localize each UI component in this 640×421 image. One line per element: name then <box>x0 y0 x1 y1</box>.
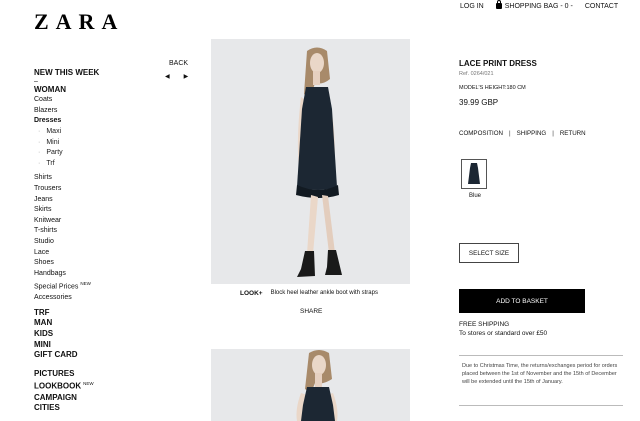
nav-mini-section[interactable]: MINI <box>34 340 154 351</box>
nav-studio[interactable]: Studio <box>34 237 154 248</box>
pager-arrows: ◀ ▶ <box>165 73 188 80</box>
nav-skirts[interactable]: Skirts <box>34 205 154 216</box>
nav-kids[interactable]: KIDS <box>34 329 154 340</box>
shopping-bag-label: SHOPPING BAG - 0 - <box>504 3 573 10</box>
nav-woman[interactable]: WOMAN <box>34 85 154 96</box>
color-label: Blue <box>469 193 482 199</box>
add-to-basket-button[interactable]: ADD TO BASKET <box>459 289 585 313</box>
dress-thumbnail-icon <box>468 163 480 184</box>
model-illustration-secondary <box>296 350 338 421</box>
product-title: LACE PRINT DRESS <box>459 59 537 68</box>
shopping-bag-icon <box>495 0 502 10</box>
nav-pictures[interactable]: PICTURES <box>34 369 154 380</box>
model-height: MODEL'S HEIGHT:180 CM <box>459 85 526 91</box>
login-link[interactable]: LOG IN <box>460 3 484 10</box>
product-photo[interactable] <box>211 39 410 284</box>
product-photo-secondary[interactable] <box>211 349 410 421</box>
select-size-button[interactable]: SELECT SIZE <box>459 243 519 263</box>
free-shipping-title: FREE SHIPPING <box>459 321 510 328</box>
nav-shoes[interactable]: Shoes <box>34 258 154 269</box>
nav-maxi[interactable]: Maxi <box>34 127 154 138</box>
next-arrow-icon[interactable]: ▶ <box>184 73 189 80</box>
new-badge: NEW <box>80 281 91 287</box>
nav-trf-sub[interactable]: Trf <box>34 159 154 170</box>
nav-trf[interactable]: TRF <box>34 308 154 319</box>
divider <box>459 405 623 406</box>
look-plus-text: Block heel leather ankle boot with strap… <box>270 290 378 296</box>
nav-cities[interactable]: CITIES <box>34 403 154 414</box>
link-separator: | <box>509 130 511 137</box>
nav-campaign[interactable]: CAMPAIGN <box>34 393 154 404</box>
link-separator: | <box>552 130 554 137</box>
product-info-links: COMPOSITION | SHIPPING | RETURN <box>459 130 586 137</box>
look-plus-label: LOOK+ <box>240 290 263 297</box>
free-shipping-info: FREE SHIPPING To stores or standard over… <box>459 320 547 338</box>
zara-logo[interactable]: ZARA <box>34 9 124 35</box>
christmas-returns-notice: Due to Christmas Time, the returns/excha… <box>462 363 618 385</box>
nav-party[interactable]: Party <box>34 148 154 159</box>
new-badge: NEW <box>83 381 94 387</box>
nav-lookbook[interactable]: LOOKBOOK NEW <box>34 379 154 392</box>
shopping-bag-link[interactable]: SHOPPING BAG - 0 - <box>495 0 573 10</box>
nav-special-prices-label: Special Prices <box>34 283 79 291</box>
nav-trousers[interactable]: Trousers <box>34 184 154 195</box>
nav-special-prices[interactable]: Special Prices NEW <box>34 279 154 293</box>
nav-blazers[interactable]: Blazers <box>34 106 154 117</box>
sidebar-nav: NEW THIS WEEK – WOMAN Coats Blazers Dres… <box>34 68 154 414</box>
prev-arrow-icon[interactable]: ◀ <box>165 73 170 80</box>
nav-dresses[interactable]: Dresses <box>34 116 154 127</box>
nav-coats[interactable]: Coats <box>34 95 154 106</box>
nav-lookbook-label: LOOKBOOK <box>34 382 82 392</box>
color-swatch[interactable] <box>461 159 487 189</box>
share-link[interactable]: SHARE <box>300 308 322 315</box>
nav-mini[interactable]: Mini <box>34 138 154 149</box>
nav-handbags[interactable]: Handbags <box>34 269 154 280</box>
product-ref: Ref. 0264/021 <box>459 71 494 77</box>
return-link[interactable]: RETURN <box>560 130 586 137</box>
product-price: 39.99 GBP <box>459 98 499 107</box>
nav-jeans[interactable]: Jeans <box>34 195 154 206</box>
nav-knitwear[interactable]: Knitwear <box>34 216 154 227</box>
nav-new-this-week[interactable]: NEW THIS WEEK <box>34 68 154 79</box>
model-illustration <box>296 47 342 277</box>
back-link[interactable]: BACK <box>169 60 188 67</box>
look-plus-caption[interactable]: LOOK+ Block heel leather ankle boot with… <box>240 290 378 297</box>
nav-lace[interactable]: Lace <box>34 248 154 259</box>
top-nav: LOG IN SHOPPING BAG - 0 - CONTACT <box>460 0 618 10</box>
free-shipping-detail: To stores or standard over £50 <box>459 330 548 337</box>
nav-man[interactable]: MAN <box>34 318 154 329</box>
contact-link[interactable]: CONTACT <box>585 3 618 10</box>
nav-shirts[interactable]: Shirts <box>34 173 154 184</box>
composition-link[interactable]: COMPOSITION <box>459 130 503 137</box>
divider <box>459 355 623 356</box>
shipping-link[interactable]: SHIPPING <box>517 130 547 137</box>
nav-tshirts[interactable]: T-shirts <box>34 226 154 237</box>
nav-accessories[interactable]: Accessories <box>34 293 154 304</box>
nav-gift-card[interactable]: GIFT CARD <box>34 350 154 361</box>
